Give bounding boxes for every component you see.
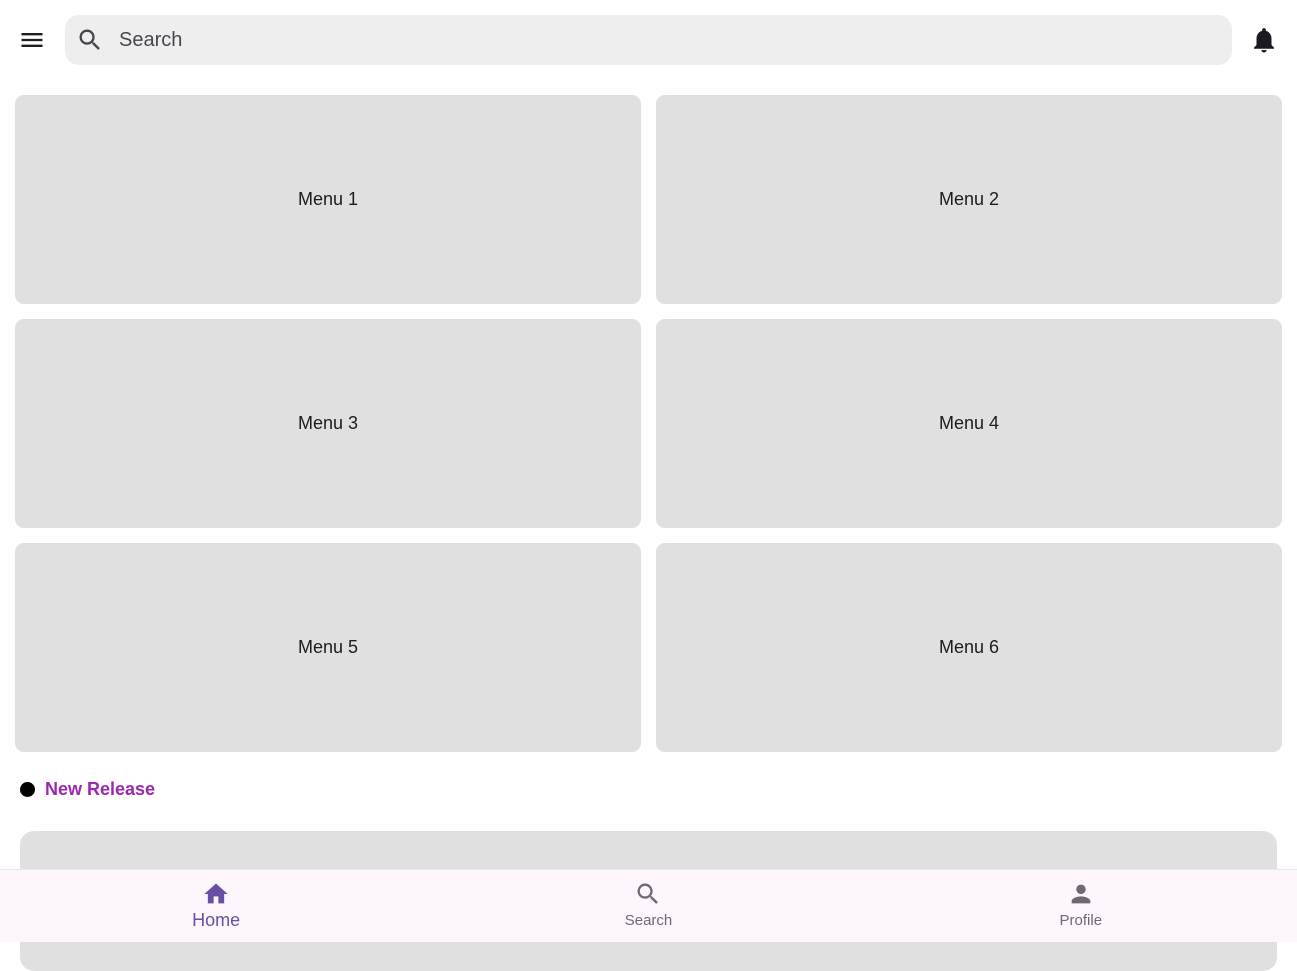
search-icon <box>637 883 659 904</box>
section-title: New Release <box>45 778 156 799</box>
menu-card-label: Menu 4 <box>938 413 1000 433</box>
menu-button[interactable] <box>12 20 52 60</box>
nav-item-search[interactable]: Search <box>432 870 864 942</box>
nav-item-home[interactable]: Home <box>0 870 432 942</box>
new-release-header: New Release <box>20 777 155 801</box>
nav-item-label: Search <box>624 912 673 929</box>
notification-button[interactable] <box>1244 20 1284 60</box>
nav-item-label: Home <box>192 910 241 930</box>
menu-card-5[interactable]: Menu 5 <box>15 543 641 752</box>
search-bar[interactable] <box>65 15 1232 65</box>
person-icon <box>1071 884 1091 904</box>
menu-card-2[interactable]: Menu 2 <box>656 95 1282 304</box>
search-icon <box>65 15 115 65</box>
bell-icon <box>1254 28 1274 53</box>
menu-card-6[interactable]: Menu 6 <box>656 543 1282 752</box>
menu-card-4[interactable]: Menu 4 <box>656 319 1282 528</box>
bottom-navigation: Home Search Profile <box>0 869 1297 942</box>
nav-item-label: Profile <box>1059 912 1103 929</box>
menu-grid: Menu 1 Menu 2 Menu 3 Menu 4 Menu 5 Menu … <box>15 95 1282 752</box>
hamburger-icon <box>21 33 43 47</box>
menu-card-label: Menu 2 <box>938 189 1000 209</box>
home-icon <box>204 883 228 904</box>
menu-card-label: Menu 5 <box>297 637 359 657</box>
menu-card-3[interactable]: Menu 3 <box>15 319 641 528</box>
menu-card-label: Menu 3 <box>297 413 359 433</box>
nav-item-profile[interactable]: Profile <box>865 870 1297 942</box>
menu-card-1[interactable]: Menu 1 <box>15 95 641 304</box>
menu-card-label: Menu 6 <box>938 637 1000 657</box>
search-input[interactable] <box>115 20 1195 60</box>
menu-card-label: Menu 1 <box>297 189 359 209</box>
bullet-dot-icon <box>20 781 35 797</box>
top-app-bar <box>0 0 1297 80</box>
